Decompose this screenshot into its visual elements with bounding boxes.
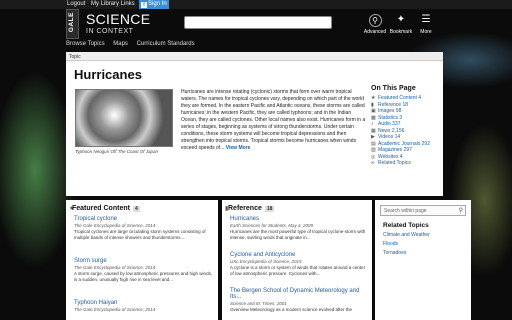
link-icon: ∞ [371, 160, 375, 166]
breadcrumb: Topic [66, 52, 443, 61]
item-title-link[interactable]: Tropical cyclone [74, 216, 214, 222]
item-source: The Gale Encyclopedia of Science, 2014 [74, 223, 156, 228]
advanced-search-button[interactable]: ⚲ Advanced [362, 14, 388, 35]
search-within-placeholder: Search within page [384, 208, 427, 214]
item-snippet: A cyclone is a storm or system of winds … [230, 265, 366, 276]
search-icon[interactable]: ⚲ [459, 207, 463, 214]
reference-count-badge: 18 [264, 206, 275, 212]
description-text: Hurricanes are intense rotating (cycloni… [181, 89, 366, 151]
hurricane-satellite-image[interactable] [75, 89, 173, 147]
item-source: The Gale Encyclopedia of Science, 2014 [74, 307, 156, 312]
related-topic-link[interactable]: Tornadoes [383, 250, 406, 256]
search-icon: ⚲ [368, 14, 382, 27]
featured-count-badge: 4 [132, 206, 140, 212]
reference-heading: Reference 18 [228, 205, 275, 212]
bookmark-icon: ✦ [396, 14, 406, 25]
item-source: Earth Sciences for Students, May 4, 2009 [230, 223, 314, 228]
list-item: Tropical cyclone The Gale Encyclopedia o… [74, 216, 214, 240]
item-source: UXL Encyclopedia of Science, 2015 [230, 259, 302, 264]
advanced-label: Advanced [363, 29, 387, 35]
more-button[interactable]: ☰ More [413, 14, 439, 35]
facebook-icon: f [141, 1, 147, 8]
sidebar-card: Search within page ⚲ Related Topics Clim… [375, 200, 471, 320]
menu-icon: ☰ [421, 14, 431, 25]
view-more-link[interactable]: View More [226, 145, 251, 151]
related-topic-link[interactable]: Floods [383, 241, 398, 247]
list-item: Cyclone and Anticyclone UXL Encyclopedia… [230, 252, 370, 276]
related-topics-heading: Related Topics [383, 222, 429, 229]
item-title-link[interactable]: Typhoon Haiyan [74, 300, 214, 306]
featured-content-card: ★ Featured Content 4 Tropical cyclone The… [66, 200, 218, 320]
signin-label: Sign In [148, 1, 167, 7]
site-header: GALE SCIENCE IN CONTEXT ⚲ Advanced ✦ Boo… [66, 9, 443, 41]
top-utility-bar: Logout My Library Links f Sign In [0, 0, 512, 9]
item-title-link[interactable]: Hurricanes [230, 216, 370, 222]
library-links-link[interactable]: My Library Links [91, 1, 135, 7]
item-snippet: Overview Meteorology as a modern science… [230, 307, 353, 312]
main-nav: Browse Topics Maps Curriculum Standards [66, 41, 202, 50]
list-item: The Bergen School of Dynamic Meteorology… [230, 288, 370, 313]
topic-overview-card: Hurricanes Typhoon Neoguri Off The Coast… [66, 61, 443, 196]
item-source: The Gale Encyclopedia of Science, 2014 [74, 265, 156, 270]
related-topic-link[interactable]: Climate and Weather [383, 232, 430, 238]
item-snippet: Tropical cyclones are large circulating … [74, 229, 206, 240]
image-caption: Typhoon Neoguri Off The Coast Of Japan [75, 149, 158, 154]
on-page-related-topics[interactable]: ∞ Related Topics [371, 160, 438, 167]
topic-description: Hurricanes are intense rotating (cycloni… [181, 89, 367, 152]
more-label: More [420, 29, 432, 35]
search-input[interactable] [184, 16, 332, 29]
nav-browse-topics[interactable]: Browse Topics [66, 41, 105, 47]
item-title-link[interactable]: The Bergen School of Dynamic Meteorology… [230, 288, 370, 300]
nav-maps[interactable]: Maps [113, 41, 128, 47]
list-item: Hurricanes Earth Sciences for Students, … [230, 216, 370, 240]
list-item: Storm surge The Gale Encyclopedia of Sci… [74, 258, 214, 282]
featured-content-heading: Featured Content 4 [72, 205, 140, 212]
brand-subtitle: IN CONTEXT [86, 28, 134, 35]
item-source: Science and Its Times, 2001 [230, 301, 287, 306]
signin-button[interactable]: f Sign In [139, 0, 169, 9]
bookmark-button[interactable]: ✦ Bookmark [388, 14, 414, 35]
item-title-link[interactable]: Cyclone and Anticyclone [230, 252, 370, 258]
brand-title[interactable]: SCIENCE [86, 11, 150, 27]
item-title-link[interactable]: Storm surge [74, 258, 214, 264]
page-title: Hurricanes [74, 67, 142, 82]
item-snippet: A storm surge, caused by low atmospheric… [74, 271, 213, 282]
gale-logo[interactable]: GALE [66, 9, 79, 39]
list-item: Typhoon Haiyan The Gale Encyclopedia of … [74, 300, 214, 312]
on-this-page-panel: On This Page ★ Featured Content 4 ▮ Refere… [371, 85, 438, 167]
bookmark-label: Bookmark [389, 29, 413, 35]
reference-card: ▮ Reference 18 Hurricanes Earth Sciences … [222, 200, 372, 320]
item-snippet: Hurricanes are the most powerful type of… [230, 229, 366, 240]
on-this-page-title: On This Page [371, 85, 416, 92]
search-within-page-field[interactable]: Search within page ⚲ [380, 205, 466, 216]
logout-link[interactable]: Logout [67, 1, 85, 7]
nav-curriculum-standards[interactable]: Curriculum Standards [137, 41, 195, 47]
